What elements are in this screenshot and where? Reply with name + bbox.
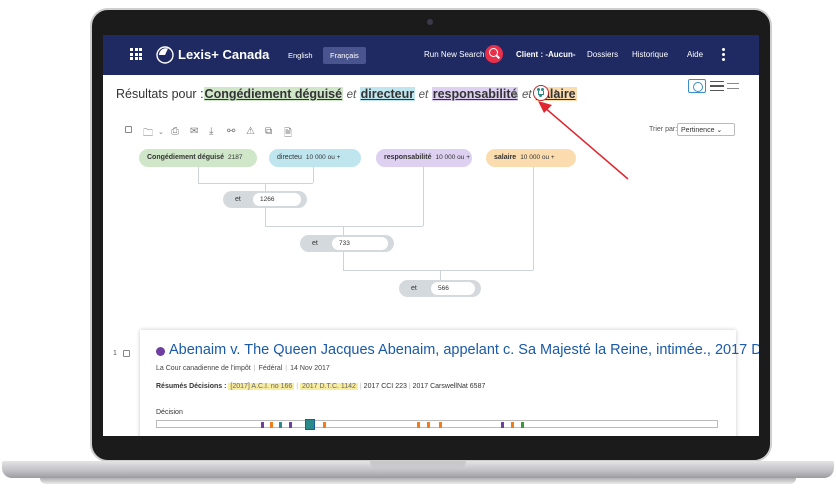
tree-connector bbox=[265, 183, 266, 191]
email-icon[interactable]: ✉ bbox=[190, 126, 198, 137]
tree-term-node[interactable]: Congédiement déguisé 2187 bbox=[139, 149, 257, 167]
hit-marker[interactable] bbox=[521, 422, 524, 428]
query-term: directeur bbox=[359, 87, 416, 101]
hit-marker[interactable] bbox=[323, 422, 326, 428]
hit-marker[interactable] bbox=[439, 422, 442, 428]
document-icon[interactable]: 🗎 bbox=[284, 126, 292, 143]
dossiers-link[interactable]: Dossiers bbox=[587, 50, 618, 59]
hit-marker[interactable] bbox=[417, 422, 420, 428]
citations-label: Résumés Décisions : bbox=[156, 383, 227, 390]
alert-icon[interactable]: ⚠ bbox=[246, 126, 255, 137]
tree-operator-node[interactable]: et 566 bbox=[399, 280, 481, 297]
search-icon[interactable] bbox=[485, 45, 503, 63]
results-query-line: Résultats pour :Congédiement déguisé et … bbox=[116, 87, 577, 101]
link-icon[interactable]: ⚯ bbox=[227, 126, 235, 137]
sort-label: Trier par: bbox=[649, 126, 678, 133]
annotation-arrow bbox=[538, 101, 629, 180]
jurisdiction: Fédéral bbox=[258, 365, 283, 372]
edit-pencil-icon[interactable]: ✎ bbox=[511, 90, 519, 101]
tree-term-node[interactable]: directeu 10 000 ou + bbox=[269, 149, 361, 167]
hit-map-bar[interactable] bbox=[156, 419, 718, 430]
tree-connector bbox=[343, 252, 344, 270]
search-tree: Congédiement déguisé 2187 directeu 10 000 … bbox=[103, 145, 759, 325]
tree-connector bbox=[440, 270, 441, 280]
tree-connector bbox=[265, 208, 266, 226]
more-options-icon[interactable] bbox=[722, 48, 726, 61]
laptop-shadow bbox=[40, 478, 796, 484]
status-icon bbox=[156, 347, 165, 356]
laptop-notch bbox=[370, 461, 466, 469]
historique-link[interactable]: Historique bbox=[632, 50, 668, 59]
hit-marker-selected[interactable] bbox=[305, 419, 315, 430]
query-term: responsabilité bbox=[431, 87, 519, 101]
copy-icon[interactable]: ⧉ bbox=[265, 126, 272, 137]
run-new-search-link[interactable]: Run New Search bbox=[424, 50, 484, 59]
language-english-button[interactable]: English bbox=[281, 47, 320, 64]
language-french-button[interactable]: Français bbox=[323, 47, 366, 64]
tree-connector bbox=[265, 226, 423, 227]
sort-value: Pertinence bbox=[681, 127, 715, 134]
aide-link[interactable]: Aide bbox=[687, 50, 703, 59]
select-all-checkbox[interactable] bbox=[125, 126, 132, 133]
result-metadata: La Cour canadienne de l'impôt | Fédéral | 14… bbox=[156, 365, 330, 372]
sort-select[interactable]: Pertinence ⌄ bbox=[677, 123, 735, 136]
list-view-icon[interactable] bbox=[710, 81, 724, 91]
query-connector: et bbox=[346, 89, 357, 101]
tree-connector bbox=[343, 226, 344, 235]
query-term: Congédiement déguisé bbox=[203, 87, 344, 101]
tree-connector bbox=[313, 167, 314, 183]
hit-marker[interactable] bbox=[511, 422, 514, 428]
camera bbox=[427, 19, 433, 25]
tree-connector bbox=[423, 167, 424, 226]
court-name: La Cour canadienne de l'impôt bbox=[156, 365, 251, 372]
hit-marker[interactable] bbox=[261, 422, 264, 428]
citation: 2017 CarswellNat 6587 bbox=[412, 383, 486, 390]
apps-grid-icon[interactable] bbox=[130, 48, 142, 60]
folder-icon[interactable]: 🗀 bbox=[143, 126, 153, 143]
app-screen: Lexis+ Canada English Français Run New S… bbox=[103, 35, 759, 436]
result-checkbox[interactable] bbox=[123, 350, 130, 357]
operator-count: 1266 bbox=[253, 193, 301, 206]
result-title-link[interactable]: Abenaim v. The Queen Jacques Abenaim, ap… bbox=[169, 342, 759, 358]
hit-marker[interactable] bbox=[279, 422, 282, 428]
decision-label: Décision bbox=[156, 409, 183, 416]
hit-marker[interactable] bbox=[501, 422, 504, 428]
brand-name[interactable]: Lexis+ Canada bbox=[178, 47, 269, 62]
client-selector[interactable]: Client : -Aucun- bbox=[516, 50, 576, 59]
query-connector: et bbox=[418, 89, 429, 101]
hit-marker[interactable] bbox=[289, 422, 292, 428]
print-icon[interactable]: ⎙ bbox=[171, 126, 179, 137]
tree-connector bbox=[343, 270, 533, 271]
decision-date: 14 Nov 2017 bbox=[290, 365, 330, 372]
hit-marker[interactable] bbox=[270, 422, 273, 428]
hit-marker[interactable] bbox=[427, 422, 430, 428]
tree-operator-node[interactable]: et 733 bbox=[300, 235, 394, 252]
results-prefix: Résultats pour : bbox=[116, 87, 204, 101]
download-icon[interactable]: ⤓ bbox=[209, 126, 213, 137]
result-card: Abenaim v. The Queen Jacques Abenaim, ap… bbox=[140, 330, 759, 436]
laptop-mockup: Lexis+ Canada English Français Run New S… bbox=[0, 0, 836, 489]
operator-count: 566 bbox=[431, 282, 475, 295]
citation-link[interactable]: [2017] A.C.I. no 166 bbox=[228, 383, 295, 390]
compact-view-icon[interactable] bbox=[727, 83, 739, 89]
lexis-logo-icon bbox=[156, 46, 174, 64]
tree-term-node[interactable]: responsabilité 10 000 ou + bbox=[376, 149, 472, 167]
top-navigation-bar: Lexis+ Canada English Français Run New S… bbox=[103, 35, 759, 75]
chevron-down-icon[interactable]: ⌄ bbox=[158, 128, 164, 136]
tree-operator-node[interactable]: et 1266 bbox=[223, 191, 307, 208]
tree-connector bbox=[198, 167, 199, 183]
result-number: 1 bbox=[113, 350, 117, 357]
operator-count: 733 bbox=[332, 237, 388, 250]
citation-link[interactable]: 2017 D.T.C. 1142 bbox=[299, 383, 358, 390]
visual-view-icon[interactable] bbox=[688, 79, 706, 93]
tree-connector bbox=[198, 183, 313, 184]
citation: 2017 CCI 223 bbox=[363, 383, 407, 390]
citations: Résumés Décisions : [2017] A.C.I. no 166… bbox=[156, 383, 486, 390]
